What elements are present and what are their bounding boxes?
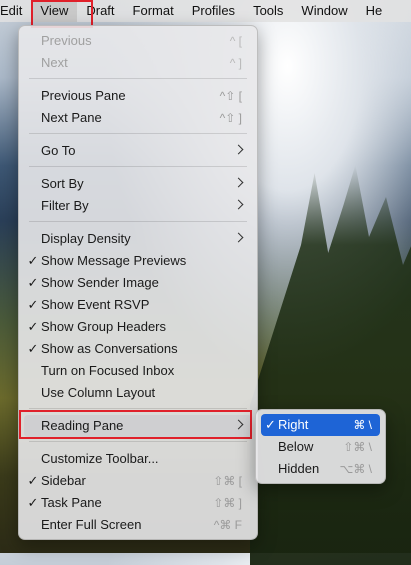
chevron-right-icon — [233, 199, 244, 210]
menu-item-sort-by[interactable]: Sort By — [24, 173, 252, 195]
menu-item-go-to[interactable]: Go To — [24, 140, 252, 162]
view-menu: Previous ^ [ Next ^ ] Previous Pane ^⇧ [… — [18, 25, 258, 540]
chevron-right-icon — [233, 419, 244, 430]
menu-item-filter-by[interactable]: Filter By — [24, 195, 252, 217]
reading-pane-submenu: ✓ Right ⌘ \ Below ⇧⌘ \ Hidden ⌥⌘ \ — [255, 409, 386, 484]
menu-format[interactable]: Format — [124, 0, 183, 22]
menu-item-reading-pane[interactable]: Reading Pane — [24, 415, 252, 437]
menu-item-use-column-layout[interactable]: Use Column Layout — [24, 382, 252, 404]
submenu-item-below[interactable]: Below ⇧⌘ \ — [261, 436, 380, 458]
menu-view[interactable]: View — [31, 0, 78, 22]
checkmark-icon: ✓ — [27, 253, 39, 268]
separator — [29, 78, 247, 79]
menu-tools[interactable]: Tools — [244, 0, 292, 22]
chevron-right-icon — [233, 232, 244, 243]
menu-item-show-as-conversations[interactable]: ✓ Show as Conversations — [24, 338, 252, 360]
background-trees — [250, 165, 411, 565]
menu-bar: Edit View Draft Format Profiles Tools Wi… — [0, 0, 411, 22]
menu-item-display-density[interactable]: Display Density — [24, 228, 252, 250]
checkmark-icon: ✓ — [27, 297, 39, 312]
menu-item-customize-toolbar[interactable]: Customize Toolbar... — [24, 448, 252, 470]
menu-item-show-sender-image[interactable]: ✓ Show Sender Image — [24, 272, 252, 294]
menu-edit[interactable]: Edit — [0, 0, 31, 22]
menu-draft[interactable]: Draft — [77, 0, 123, 22]
menu-item-show-event-rsvp[interactable]: ✓ Show Event RSVP — [24, 294, 252, 316]
chevron-right-icon — [233, 177, 244, 188]
separator — [29, 408, 247, 409]
separator — [29, 221, 247, 222]
checkmark-icon: ✓ — [27, 275, 39, 290]
chevron-right-icon — [233, 144, 244, 155]
menu-item-show-group-headers[interactable]: ✓ Show Group Headers — [24, 316, 252, 338]
menu-help[interactable]: He — [357, 0, 392, 22]
menu-profiles[interactable]: Profiles — [183, 0, 244, 22]
menu-item-turn-on-focused-inbox[interactable]: Turn on Focused Inbox — [24, 360, 252, 382]
menu-item-task-pane[interactable]: ✓ Task Pane ⇧⌘ ] — [24, 492, 252, 514]
checkmark-icon: ✓ — [27, 495, 39, 510]
menu-item-enter-full-screen[interactable]: Enter Full Screen ^⌘ F — [24, 514, 252, 536]
menu-item-sidebar[interactable]: ✓ Sidebar ⇧⌘ [ — [24, 470, 252, 492]
menu-item-previous-pane[interactable]: Previous Pane ^⇧ [ — [24, 85, 252, 107]
menu-item-next: Next ^ ] — [41, 55, 242, 70]
menu-item-previous: Previous ^ [ — [41, 33, 242, 48]
checkmark-icon: ✓ — [265, 417, 276, 432]
menu-item-show-message-previews[interactable]: ✓ Show Message Previews — [24, 250, 252, 272]
checkmark-icon: ✓ — [27, 319, 39, 334]
submenu-item-hidden[interactable]: Hidden ⌥⌘ \ — [261, 458, 380, 480]
separator — [29, 133, 247, 134]
menu-window[interactable]: Window — [292, 0, 356, 22]
checkmark-icon: ✓ — [27, 473, 39, 488]
menu-item-next-pane[interactable]: Next Pane ^⇧ ] — [24, 107, 252, 129]
submenu-item-right[interactable]: ✓ Right ⌘ \ — [261, 414, 380, 436]
separator — [29, 166, 247, 167]
separator — [29, 441, 247, 442]
checkmark-icon: ✓ — [27, 341, 39, 356]
